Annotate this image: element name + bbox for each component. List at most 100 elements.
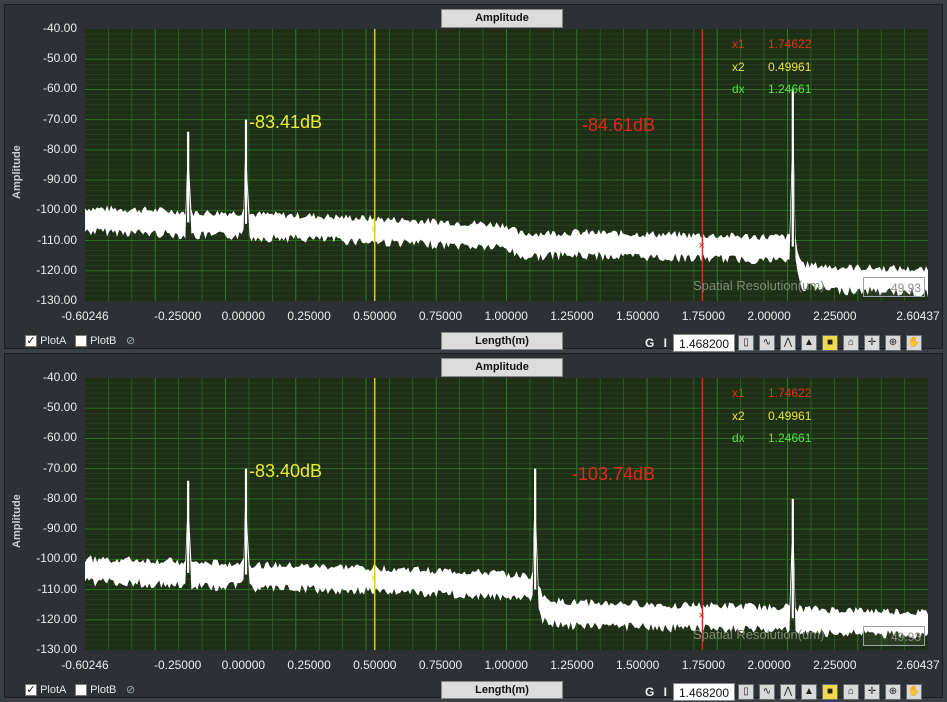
- plot-b-toggle[interactable]: PlotB: [75, 684, 117, 697]
- plot-b-label: PlotB: [90, 684, 117, 696]
- link-icon[interactable]: ⊘: [126, 334, 135, 347]
- x-tick-label: 2.00000: [747, 309, 791, 323]
- x-tick-label: 2.00000: [747, 658, 791, 672]
- dx-label: dx: [732, 82, 745, 96]
- cursor-x2-marker: ×: [371, 572, 377, 584]
- x-tick-label: 1.25000: [550, 309, 594, 323]
- x1-label: x1: [732, 386, 745, 400]
- pan-hand-icon[interactable]: ✋: [906, 335, 922, 351]
- gi-label: G I: [645, 336, 671, 350]
- x1-value: 1.74622: [768, 37, 812, 51]
- y-tick-label: -40.00: [42, 370, 77, 384]
- cursor-x1-marker: ×: [698, 610, 704, 622]
- plot-b-checkbox[interactable]: [75, 684, 87, 697]
- x-tick-label: -0.25000: [153, 309, 202, 323]
- marker-icon[interactable]: ▲: [801, 335, 817, 351]
- trace-red-icon[interactable]: ∿: [759, 335, 775, 351]
- trace-red-icon[interactable]: ∿: [759, 684, 775, 700]
- y-tick-label: -120.00: [36, 611, 77, 626]
- x-tick-label: 1.25000: [550, 658, 594, 672]
- x-axis-tab[interactable]: Length(m): [441, 332, 563, 350]
- annotation-left-db: -83.41dB: [249, 112, 323, 132]
- y-tick-label: -60.00: [42, 430, 77, 445]
- plot-a-checkbox[interactable]: ✓: [25, 335, 37, 348]
- dx-label: dx: [732, 431, 745, 445]
- y-tick-label: -80.00: [42, 141, 77, 156]
- plot-b-label: PlotB: [90, 335, 117, 347]
- y-tick-label: -120.00: [36, 262, 77, 277]
- y-tick-label: -100.00: [36, 202, 77, 217]
- y-tick-label: -40.00: [42, 21, 77, 35]
- spatial-resolution-label: Spatial Resolution(um): [693, 278, 825, 293]
- y-tick-label: -70.00: [42, 111, 77, 126]
- zoom-in-icon[interactable]: ⊕: [885, 335, 901, 351]
- x-tick-label: 0.25000: [287, 658, 331, 672]
- y-tick-label: -60.00: [42, 81, 77, 96]
- x-tick-label: 0.75000: [418, 658, 463, 672]
- x-tick-label: 2.60437: [896, 658, 940, 672]
- trace-peak-icon[interactable]: ⋀: [780, 684, 796, 700]
- gi-label: G I: [645, 685, 671, 699]
- x-tick-label: 0.25000: [287, 309, 331, 323]
- x-tick-label: 1.75000: [681, 658, 726, 672]
- x-tick-label: -0.25000: [153, 658, 202, 672]
- print-icon[interactable]: ⌂: [843, 684, 859, 700]
- plot-a-toggle[interactable]: ✓ PlotA: [25, 684, 67, 697]
- x1-value: 1.74622: [768, 386, 812, 400]
- x-tick-label: 0.50000: [353, 658, 397, 672]
- y-tick-label: -90.00: [42, 521, 77, 536]
- top-tab[interactable]: Amplitude: [441, 358, 563, 377]
- y-tick-label: -110.00: [37, 232, 77, 247]
- x-tick-label: -0.60246: [61, 309, 109, 323]
- y-tick-label: -70.00: [42, 460, 77, 475]
- plot-b-toggle[interactable]: PlotB: [75, 335, 117, 348]
- x1-label: x1: [732, 37, 745, 51]
- dx-value: 1.24661: [768, 82, 812, 96]
- crosshair-icon[interactable]: ✛: [864, 684, 880, 700]
- spatial-resolution-field[interactable]: 49.93: [863, 277, 925, 297]
- x2-value: 0.49961: [768, 60, 812, 74]
- top-tab[interactable]: Amplitude: [441, 9, 563, 28]
- zoom-in-icon[interactable]: ⊕: [885, 684, 901, 700]
- plot-a-label: PlotA: [40, 684, 67, 696]
- highlight-icon[interactable]: ■: [822, 684, 838, 700]
- y-tick-label: -130.00: [36, 293, 77, 307]
- trace-peak-icon[interactable]: ⋀: [780, 335, 796, 351]
- plot-a-toggle[interactable]: ✓ PlotA: [25, 335, 66, 348]
- y-tick-label: -130.00: [36, 642, 77, 656]
- annotation-right-db: -103.74dB: [572, 464, 656, 484]
- link-icon[interactable]: ⊘: [126, 683, 135, 696]
- crosshair-icon[interactable]: ✛: [864, 335, 880, 351]
- zoom-box-icon[interactable]: ▯: [738, 335, 754, 351]
- x-tick-label: 1.00000: [484, 658, 528, 672]
- print-icon[interactable]: ⌂: [843, 335, 859, 351]
- x-tick-label: 1.00000: [484, 309, 528, 323]
- amplitude-panel-2: Amplitude Amplitude × × Length(m) ✓ PlotA…: [4, 353, 943, 701]
- zoom-box-icon[interactable]: ▯: [738, 684, 754, 700]
- y-tick-label: -110.00: [37, 581, 77, 596]
- y-tick-label: -90.00: [42, 172, 77, 187]
- x-tick-label: 1.50000: [615, 309, 660, 323]
- x-tick-label: 2.60437: [896, 309, 940, 323]
- x-axis-tab[interactable]: Length(m): [441, 681, 563, 699]
- cursor-x2-marker: ×: [371, 223, 377, 235]
- plot-b-checkbox[interactable]: [75, 335, 87, 348]
- x-tick-label: 1.50000: [615, 658, 660, 672]
- x2-label: x2: [732, 409, 745, 423]
- dx-value: 1.24661: [768, 431, 812, 445]
- pan-hand-icon[interactable]: ✋: [906, 684, 922, 700]
- highlight-icon[interactable]: ■: [822, 335, 838, 351]
- value-field[interactable]: 1.468200: [673, 334, 735, 352]
- marker-icon[interactable]: ▲: [801, 684, 817, 700]
- x-tick-label: 0.00000: [221, 658, 266, 672]
- value-field[interactable]: 1.468200: [673, 683, 735, 701]
- x-tick-label: 0.75000: [418, 309, 463, 323]
- x2-value: 0.49961: [768, 409, 812, 423]
- plot-a-checkbox[interactable]: ✓: [25, 684, 37, 697]
- y-tick-label: -50.00: [42, 51, 77, 66]
- spatial-resolution-label: Spatial Resolution(um): [693, 627, 825, 642]
- cursor-x1-marker: ×: [698, 240, 704, 252]
- spatial-resolution-field[interactable]: 49.93: [863, 626, 925, 646]
- x-tick-label: 0.00000: [221, 309, 266, 323]
- x-tick-label: 1.75000: [681, 309, 726, 323]
